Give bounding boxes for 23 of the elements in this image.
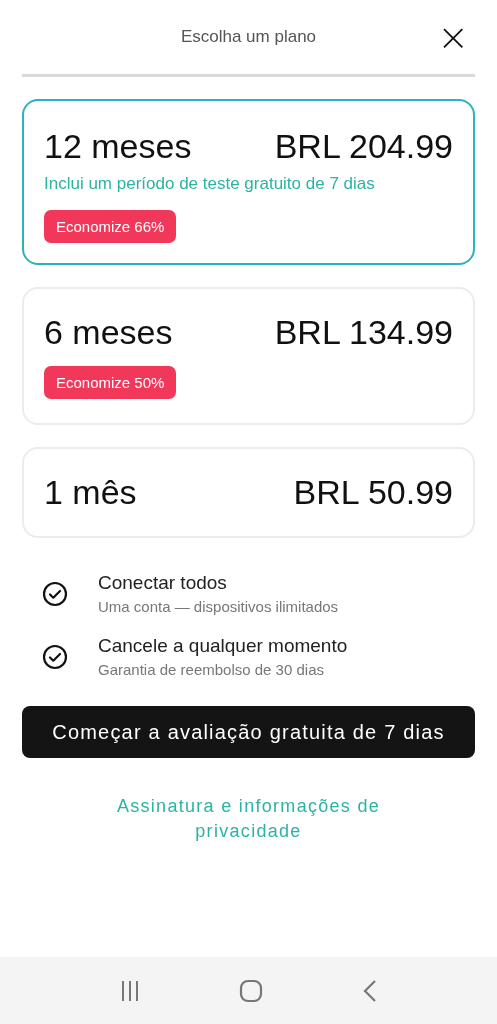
discount-badge: Economize 50% xyxy=(44,366,177,399)
plan-card[interactable]: 12 meses BRL 204.99 Inclui um período de teste gratuito de 7 dias Economize 66% xyxy=(22,99,475,265)
feature-title: Cancele a qualquer momento xyxy=(98,635,348,657)
plan-duration: 12 meses xyxy=(44,127,192,166)
check-circle-icon xyxy=(42,643,68,670)
back-icon[interactable] xyxy=(361,978,378,1003)
plan-duration: 1 mês xyxy=(44,473,137,512)
start-trial-button[interactable]: Começar a avaliação gratuita de 7 dias xyxy=(22,706,475,758)
dialog-title: Escolha um plano xyxy=(180,27,317,47)
check-circle-icon xyxy=(42,580,68,607)
discount-badge: Economize 66% xyxy=(44,210,177,243)
plan-duration: 6 meses xyxy=(44,313,173,352)
plan-price: BRL 204.99 xyxy=(274,127,453,166)
home-icon[interactable] xyxy=(239,978,264,1003)
plan-price: BRL 134.99 xyxy=(274,313,453,352)
feature-subtitle: Garantia de reembolso de 30 dias xyxy=(98,661,325,678)
plan-card[interactable]: 6 meses BRL 134.99 Economize 50% xyxy=(22,287,475,425)
feature-subtitle: Uma conta — dispositivos ilimitados xyxy=(98,598,339,615)
plan-price: BRL 50.99 xyxy=(293,473,453,512)
feature-title: Conectar todos xyxy=(98,572,228,594)
close-button[interactable]: × xyxy=(437,18,469,56)
plan-card[interactable]: 1 mês BRL 50.99 xyxy=(22,447,475,538)
trial-note: Inclui um período de teste gratuito de 7 dias xyxy=(44,173,376,195)
